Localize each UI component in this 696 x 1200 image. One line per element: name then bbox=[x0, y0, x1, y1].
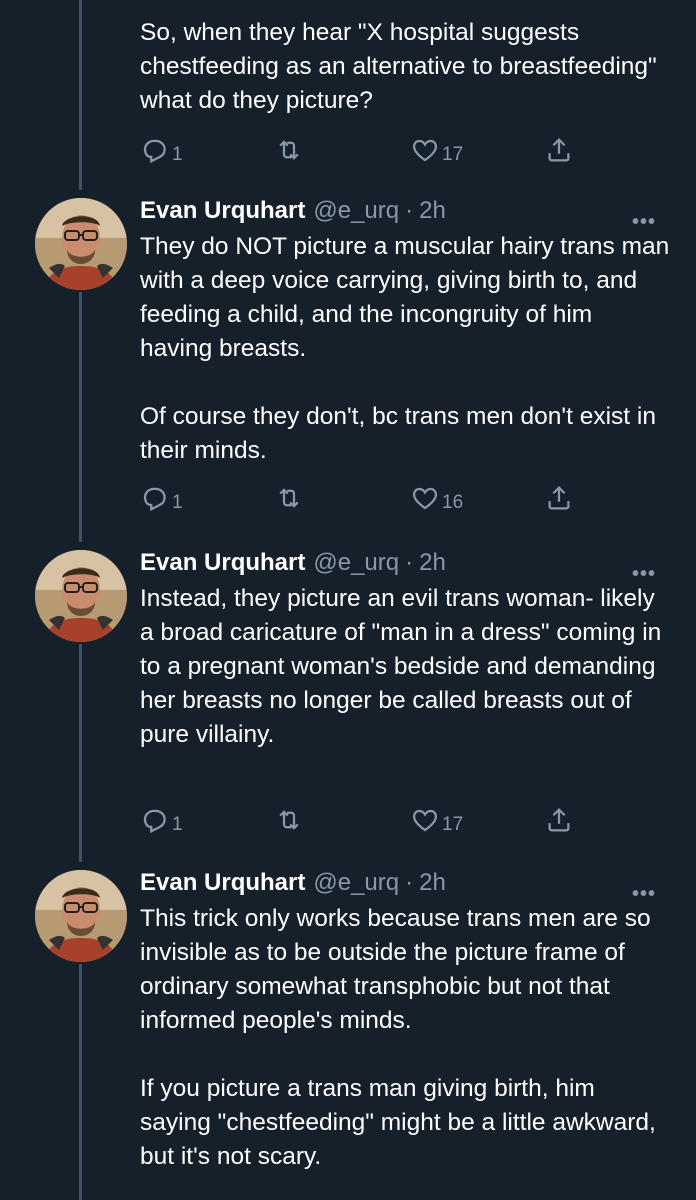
tweet-text: Instead, they picture an evil trans woma… bbox=[140, 582, 670, 752]
tweet[interactable]: Evan Urquhart @e_urq · 2h ••• This trick… bbox=[0, 862, 696, 1200]
reply-button[interactable]: 1 bbox=[140, 804, 183, 836]
tweet-paragraph: They do NOT picture a muscular hairy tra… bbox=[140, 233, 670, 362]
separator-dot: · bbox=[405, 197, 414, 224]
reply-button[interactable]: 1 bbox=[140, 134, 183, 166]
timestamp[interactable]: 2h bbox=[419, 549, 446, 577]
display-name[interactable]: Evan Urquhart bbox=[140, 549, 305, 577]
tweet-paragraph: So, when they hear "X hospital suggests … bbox=[140, 19, 657, 114]
tweet-actions: 1 17 bbox=[140, 804, 580, 836]
tweet-thread: So, when they hear "X hospital suggests … bbox=[0, 0, 696, 1200]
tweet-paragraph: Of course they don't, bc trans men don't… bbox=[140, 403, 656, 464]
retweet-button[interactable] bbox=[274, 134, 304, 166]
share-icon bbox=[548, 138, 570, 162]
retweet-icon bbox=[279, 810, 299, 830]
retweet-button[interactable] bbox=[274, 804, 304, 836]
like-count: 17 bbox=[442, 814, 464, 835]
share-button[interactable] bbox=[544, 134, 574, 166]
share-button[interactable] bbox=[544, 482, 574, 514]
avatar[interactable] bbox=[35, 870, 127, 962]
tweet-text: So, when they hear "X hospital suggests … bbox=[140, 16, 670, 118]
reply-count: 1 bbox=[172, 144, 183, 165]
tweet-paragraph: This trick only works because trans men … bbox=[140, 905, 651, 1034]
tweet-actions: 1 16 bbox=[140, 482, 580, 514]
tweet-text: This trick only works because trans men … bbox=[140, 902, 670, 1174]
reply-count: 1 bbox=[172, 492, 183, 513]
tweet-actions: 1 17 bbox=[140, 134, 580, 166]
retweet-icon bbox=[279, 140, 299, 160]
retweet-button[interactable] bbox=[274, 482, 304, 514]
tweet-header: Evan Urquhart @e_urq · 2h bbox=[140, 866, 656, 900]
tweet-header: Evan Urquhart @e_urq · 2h bbox=[140, 546, 656, 580]
share-icon bbox=[548, 808, 570, 832]
separator-dot: · bbox=[405, 869, 414, 896]
like-button[interactable]: 16 bbox=[410, 482, 463, 514]
reply-icon bbox=[143, 809, 166, 834]
display-name[interactable]: Evan Urquhart bbox=[140, 197, 305, 225]
user-handle[interactable]: @e_urq bbox=[313, 549, 399, 577]
tweet-paragraph: If you picture a trans man giving birth,… bbox=[140, 1075, 656, 1170]
like-button[interactable]: 17 bbox=[410, 134, 463, 166]
tweet-paragraph: Instead, they picture an evil trans woma… bbox=[140, 585, 662, 748]
heart-icon bbox=[412, 139, 438, 162]
avatar[interactable] bbox=[35, 198, 127, 290]
avatar-image bbox=[35, 550, 127, 642]
timestamp[interactable]: 2h bbox=[419, 197, 446, 225]
reply-button[interactable]: 1 bbox=[140, 482, 183, 514]
user-handle[interactable]: @e_urq bbox=[313, 869, 399, 897]
reply-icon bbox=[143, 487, 166, 512]
tweet-header: Evan Urquhart @e_urq · 2h bbox=[140, 194, 656, 228]
avatar[interactable] bbox=[35, 550, 127, 642]
avatar-image bbox=[35, 870, 127, 962]
tweet[interactable]: Evan Urquhart @e_urq · 2h ••• Instead, t… bbox=[0, 542, 696, 862]
share-button[interactable] bbox=[544, 804, 574, 836]
like-count: 17 bbox=[442, 144, 464, 165]
display-name[interactable]: Evan Urquhart bbox=[140, 869, 305, 897]
tweet-text: They do NOT picture a muscular hairy tra… bbox=[140, 230, 670, 468]
like-count: 16 bbox=[442, 492, 464, 513]
heart-icon bbox=[412, 809, 438, 832]
retweet-icon bbox=[279, 488, 299, 508]
user-handle[interactable]: @e_urq bbox=[313, 197, 399, 225]
share-icon bbox=[548, 486, 570, 510]
reply-icon bbox=[143, 139, 166, 164]
separator-dot: · bbox=[405, 549, 414, 576]
timestamp[interactable]: 2h bbox=[419, 869, 446, 897]
like-button[interactable]: 17 bbox=[410, 804, 463, 836]
avatar-image bbox=[35, 198, 127, 290]
tweet-intro[interactable]: So, when they hear "X hospital suggests … bbox=[0, 0, 696, 180]
heart-icon bbox=[412, 487, 438, 510]
reply-count: 1 bbox=[172, 814, 183, 835]
tweet[interactable]: Evan Urquhart @e_urq · 2h ••• They do NO… bbox=[0, 190, 696, 542]
